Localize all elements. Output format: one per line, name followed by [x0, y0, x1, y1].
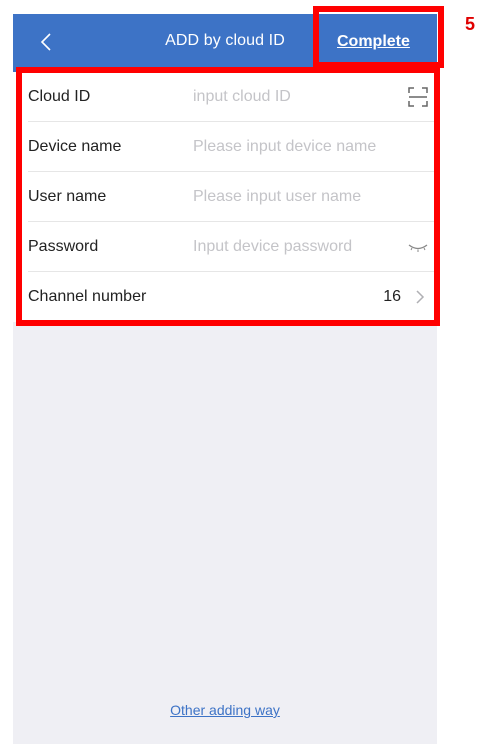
chevron-right-icon [416, 290, 425, 304]
password-row: Password [13, 222, 437, 272]
other-adding-way-link[interactable]: Other adding way [13, 702, 437, 718]
channel-number-row[interactable]: Channel number 16 [13, 272, 437, 322]
user-name-label: User name [28, 188, 107, 205]
step-number-label: 5 [465, 14, 476, 34]
app-screen: ADD by cloud ID Complete Cloud ID Device… [13, 14, 437, 744]
device-name-input[interactable] [193, 138, 403, 156]
device-name-row: Device name [13, 122, 437, 172]
add-device-form: Cloud ID Device name User name Password [13, 72, 437, 322]
cloud-id-row: Cloud ID [13, 72, 437, 122]
password-label: Password [28, 238, 99, 255]
cloud-id-input[interactable] [193, 88, 403, 106]
scan-icon[interactable] [407, 86, 429, 108]
channel-number-value: 16 [383, 288, 401, 305]
complete-button[interactable]: Complete [337, 33, 410, 51]
cloud-id-label: Cloud ID [28, 88, 91, 105]
device-name-label: Device name [28, 138, 122, 155]
password-input[interactable] [193, 238, 403, 256]
channel-number-label: Channel number [28, 288, 147, 305]
nav-bar: ADD by cloud ID Complete [13, 14, 437, 72]
user-name-row: User name [13, 172, 437, 222]
user-name-input[interactable] [193, 188, 403, 206]
eye-closed-icon[interactable] [407, 240, 429, 254]
